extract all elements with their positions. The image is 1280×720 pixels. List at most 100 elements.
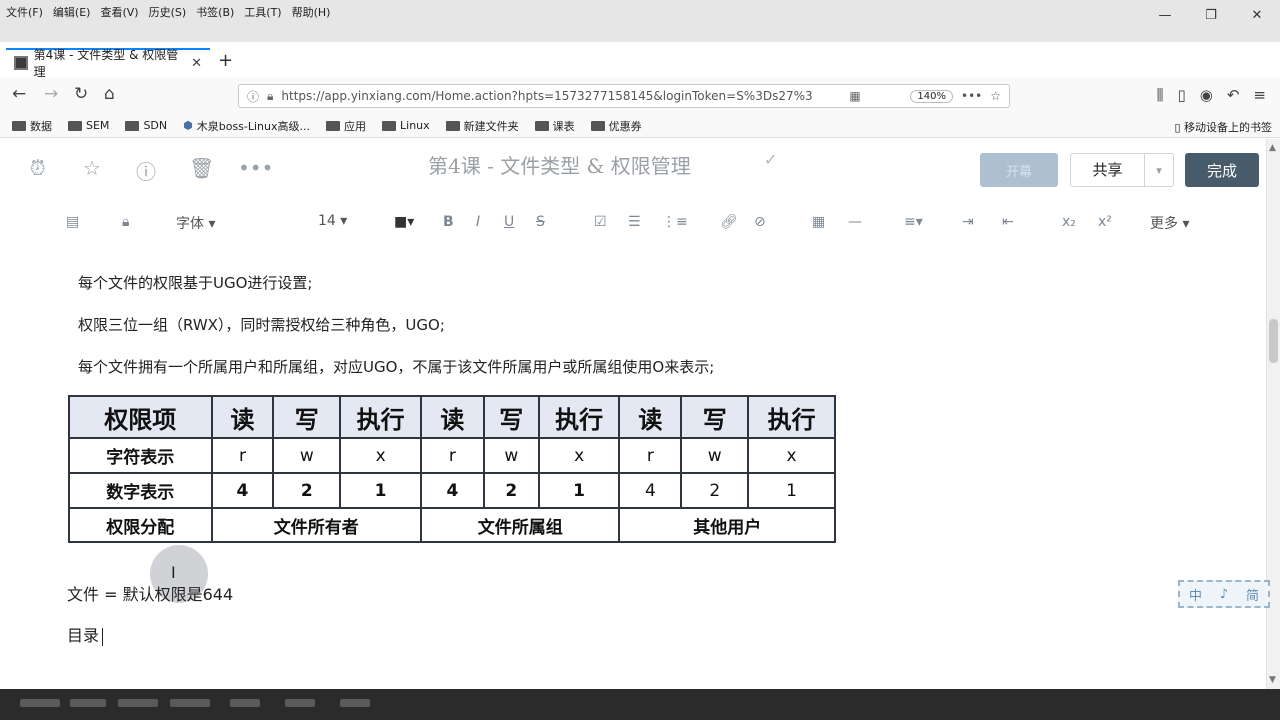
font-size-select[interactable]: 14 ▾ xyxy=(318,213,347,229)
checkbox-icon[interactable]: ☑ xyxy=(594,214,607,230)
outdent-icon[interactable]: ⇤ xyxy=(1002,214,1014,230)
bookmark-star-icon[interactable]: ☆ xyxy=(990,89,1001,103)
taskbar-item[interactable] xyxy=(20,699,60,707)
back-icon[interactable]: ← xyxy=(12,84,26,104)
undo-close-icon[interactable]: ↶ xyxy=(1227,86,1240,104)
table-cell: r xyxy=(618,437,683,474)
numbered-list-icon[interactable]: ⋮≡ xyxy=(662,214,688,230)
underline-icon[interactable]: U xyxy=(504,214,514,230)
library-icon[interactable]: ⫼ xyxy=(1157,86,1164,104)
bookmark-new-folder[interactable]: 新建文件夹 xyxy=(445,118,519,134)
qr-icon[interactable]: ▦ xyxy=(849,89,860,103)
present-button[interactable]: 开幕 xyxy=(980,153,1058,187)
sidebar-icon[interactable]: ▯ xyxy=(1177,86,1185,104)
ime-toolbar[interactable]: 中 ♪ 简 xyxy=(1178,580,1270,608)
bookmark-data[interactable]: 数据 xyxy=(12,118,52,134)
url-text[interactable]: https://app.yinxiang.com/Home.action?hpt… xyxy=(281,89,841,103)
bullet-list-icon[interactable]: ☰ xyxy=(628,214,641,230)
table-header-row: 权限项 读 写 执行 读 写 执行 读 写 执行 xyxy=(68,395,836,439)
line-file-default[interactable]: 文件 = 默认权限是644 xyxy=(67,581,233,605)
bookmark-sdn[interactable]: SDN xyxy=(125,119,167,132)
font-family-select[interactable]: 字体 ▾ xyxy=(176,213,215,233)
template-icon[interactable]: ▤ xyxy=(66,214,79,230)
info-icon[interactable]: ⓘ xyxy=(247,88,259,105)
align-icon[interactable]: ≡▾ xyxy=(904,214,923,230)
encrypt-icon[interactable]: 🔒︎ xyxy=(122,214,129,230)
subscript-icon[interactable]: x₂ xyxy=(1062,214,1076,230)
favorite-star-icon[interactable]: ☆ xyxy=(83,156,101,180)
bookmark-label: Linux xyxy=(400,119,430,132)
menu-tools[interactable]: 工具(T) xyxy=(244,4,281,20)
done-button[interactable]: 完成 xyxy=(1185,153,1259,187)
indent-icon[interactable]: ⇥ xyxy=(962,214,974,230)
tab-close-icon[interactable]: ✕ xyxy=(191,56,202,71)
menu-history[interactable]: 历史(S) xyxy=(149,4,187,20)
more-tools-button[interactable]: 更多 ▾ xyxy=(1150,213,1189,233)
table-row: 权限分配 文件所有者 文件所属组 其他用户 xyxy=(68,507,836,543)
table-icon[interactable]: ▦ xyxy=(812,214,825,230)
italic-icon[interactable]: I xyxy=(476,214,480,230)
reload-icon[interactable]: ↻ xyxy=(74,84,88,104)
reminder-icon[interactable]: ⏰︎ xyxy=(30,156,46,180)
mobile-bookmarks[interactable]: ▯ 移动设备上的书签 xyxy=(1174,119,1272,135)
ibeam-cursor-icon: I xyxy=(171,563,176,582)
strikethrough-icon[interactable]: S xyxy=(536,214,545,230)
taskbar-item[interactable] xyxy=(285,699,315,707)
page-actions-icon[interactable]: ••• xyxy=(961,89,982,103)
bookmark-apps[interactable]: 应用 xyxy=(326,118,366,134)
taskbar-item[interactable] xyxy=(70,699,106,707)
bookmark-boss-linux[interactable]: ⬢ 木泉boss-Linux高级... xyxy=(183,118,310,134)
bookmark-sem[interactable]: SEM xyxy=(68,119,109,132)
note-info-icon[interactable]: ⓘ xyxy=(136,156,156,185)
taskbar-item[interactable] xyxy=(230,699,260,707)
link-icon[interactable]: 🔗︎ xyxy=(720,214,738,230)
home-icon[interactable]: ⌂ xyxy=(104,84,115,104)
lock-icon: 🔒︎ xyxy=(267,88,274,103)
paragraph-owner-group[interactable]: 每个文件拥有一个所属用户和所属组，对应UGO，不属于该文件所属用户或所属组使用O… xyxy=(78,356,714,377)
zoom-level[interactable]: 140% xyxy=(910,89,953,103)
menu-help[interactable]: 帮助(H) xyxy=(292,4,331,20)
taskbar-item[interactable] xyxy=(118,699,158,707)
menu-bookmarks[interactable]: 书签(B) xyxy=(196,4,234,20)
attachment-icon[interactable]: ⊘ xyxy=(754,214,766,230)
browser-tab[interactable]: 第4课 - 文件类型 & 权限管理 ✕ xyxy=(6,48,210,79)
menu-file[interactable]: 文件(F) xyxy=(6,4,43,20)
ime-simplified[interactable]: 简 xyxy=(1246,585,1259,604)
share-button[interactable]: 共享 ▾ xyxy=(1070,153,1174,187)
trash-icon[interactable]: 🗑︎ xyxy=(189,156,214,180)
ime-punct-icon[interactable]: ♪ xyxy=(1220,587,1228,602)
ime-mode[interactable]: 中 xyxy=(1189,585,1202,604)
minimize-button[interactable]: — xyxy=(1142,0,1188,30)
new-tab-button[interactable]: + xyxy=(218,50,233,71)
folder-icon xyxy=(445,120,460,131)
scroll-down-icon[interactable]: ▼ xyxy=(1269,675,1276,685)
bold-icon[interactable]: B xyxy=(443,214,454,230)
text-color-icon[interactable]: ■▾ xyxy=(394,214,414,230)
bookmark-coupons[interactable]: 优惠券 xyxy=(590,118,642,134)
scroll-thumb[interactable] xyxy=(1269,319,1278,363)
menu-hamburger-icon[interactable]: ≡ xyxy=(1253,86,1266,104)
scroll-up-icon[interactable]: ▲ xyxy=(1269,143,1276,153)
taskbar-item[interactable] xyxy=(340,699,370,707)
account-icon[interactable]: ◉ xyxy=(1200,86,1213,104)
chevron-down-icon[interactable]: ▾ xyxy=(1145,164,1173,177)
paragraph-ugo[interactable]: 每个文件的权限基于UGO进行设置; xyxy=(78,272,312,293)
taskbar-item[interactable] xyxy=(170,699,210,707)
bookmark-schedule[interactable]: 课表 xyxy=(534,118,575,134)
close-window-button[interactable]: ✕ xyxy=(1234,0,1280,30)
forward-icon[interactable]: → xyxy=(44,84,58,104)
menu-view[interactable]: 查看(V) xyxy=(100,4,138,20)
line-directory[interactable]: 目录 xyxy=(67,622,104,646)
restore-button[interactable]: ❐ xyxy=(1188,0,1234,30)
permission-table: 权限项 读 写 执行 读 写 执行 读 写 执行 字符表示 r w x r w … xyxy=(68,395,836,543)
menu-edit[interactable]: 编辑(E) xyxy=(53,4,91,20)
bookmark-label: 数据 xyxy=(30,119,52,133)
note-title[interactable]: 第4课 - 文件类型 & 权限管理 xyxy=(428,150,691,179)
bookmark-linux[interactable]: Linux xyxy=(382,119,430,132)
horizontal-rule-icon[interactable]: — xyxy=(848,214,862,230)
more-actions-icon[interactable]: ••• xyxy=(238,156,273,180)
address-bar[interactable]: ⓘ 🔒︎ https://app.yinxiang.com/Home.actio… xyxy=(238,84,1010,108)
paragraph-rwx[interactable]: 权限三位一组（RWX），同时需授权给三种角色，UGO; xyxy=(78,314,445,335)
superscript-icon[interactable]: x² xyxy=(1098,214,1112,230)
bookmarks-bar: 数据 SEM SDN ⬢ 木泉boss-Linux高级... 应用 Linux 新… xyxy=(0,114,1280,138)
